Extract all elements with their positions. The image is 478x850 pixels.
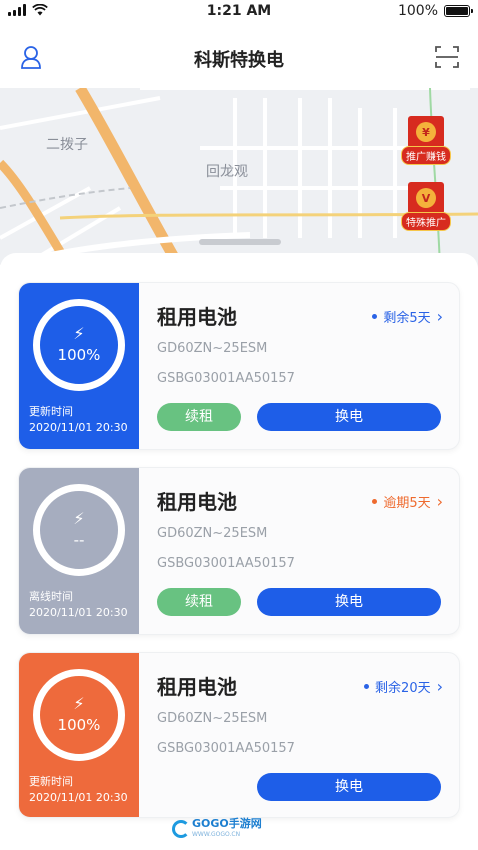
battery-model: GD60ZN~25ESM (157, 341, 268, 356)
overdue-days-text: 逾期5天 (383, 496, 431, 511)
status-dot (372, 499, 378, 504)
renew-button[interactable]: 续租 (157, 588, 241, 616)
swap-battery-button[interactable]: 换电 (257, 773, 441, 801)
battery-model: GD60ZN~25ESM (157, 526, 268, 541)
battery-card[interactable]: ⚡︎ 100% 更新时间 2020/11/01 20:30 租用电池 剩余20天… (18, 652, 460, 818)
update-time: 2020/11/01 20:30 (29, 421, 128, 434)
sheet-drag-handle[interactable] (199, 239, 281, 245)
swap-battery-button[interactable]: 换电 (257, 403, 441, 431)
battery-percent-value: 100% (57, 346, 101, 364)
battery-card[interactable]: ⚡︎ -- 离线时间 2020/11/01 20:30 租用电池 逾期5天 › … (18, 467, 460, 635)
battery-level-ring: ⚡︎ 100% (33, 669, 125, 761)
battery-name: 租用电池 (157, 675, 237, 699)
promo-earn-label: 推广赚钱 (401, 146, 451, 165)
update-time: 2020/11/01 20:30 (29, 791, 128, 804)
offline-time: 2020/11/01 20:30 (29, 606, 128, 619)
battery-percent-value: 100% (57, 716, 101, 734)
overdue-days-link[interactable]: 逾期5天 › (372, 492, 443, 511)
remaining-days-text: 剩余20天 (375, 681, 431, 696)
chevron-right-icon: › (436, 677, 443, 696)
battery-serial: GSBG03001AA50157 (157, 556, 295, 571)
lightning-icon: ⚡︎ (73, 509, 85, 528)
offline-label: 离线时间 (29, 590, 73, 603)
status-bar: 1:21 AM 100% (0, 0, 478, 24)
watermark-sub: WWW.GOGO.CN (192, 831, 241, 838)
battery-card[interactable]: ⚡︎ 100% 更新时间 2020/11/01 20:30 租用电池 剩余5天 … (18, 282, 460, 450)
status-dot (372, 314, 378, 319)
promo-special-label: 特殊推广 (401, 212, 451, 231)
battery-serial: GSBG03001AA50157 (157, 371, 295, 386)
remaining-days-text: 剩余5天 (383, 311, 431, 326)
promo-special-button[interactable]: V 特殊推广 (400, 182, 452, 231)
watermark-text: GOGO手游网 (192, 817, 262, 830)
renew-button[interactable]: 续租 (157, 403, 241, 431)
battery-status-panel: ⚡︎ -- 离线时间 2020/11/01 20:30 (19, 468, 139, 634)
battery-sheet: ⚡︎ 100% 更新时间 2020/11/01 20:30 租用电池 剩余5天 … (0, 239, 478, 850)
battery-serial: GSBG03001AA50157 (157, 741, 295, 756)
battery-percent: 100% (397, 3, 438, 19)
coin-icon: ¥ (416, 122, 436, 142)
battery-level-ring: ⚡︎ 100% (33, 299, 125, 391)
chevron-right-icon: › (436, 492, 443, 511)
user-v-icon: V (416, 188, 436, 208)
promo-earn-button[interactable]: ¥ 推广赚钱 (400, 116, 452, 165)
nav-bar: 科斯特换电 (0, 24, 478, 88)
swap-battery-button[interactable]: 换电 (257, 588, 441, 616)
scan-icon[interactable] (434, 44, 460, 70)
map-label-erbozi: 二拨子 (46, 137, 88, 153)
battery-icon (444, 5, 473, 17)
update-label: 更新时间 (29, 775, 73, 788)
battery-name: 租用电池 (157, 490, 237, 514)
remaining-days-link[interactable]: 剩余20天 › (364, 677, 443, 696)
battery-level-ring: ⚡︎ -- (33, 484, 125, 576)
battery-name: 租用电池 (157, 305, 237, 329)
battery-model: GD60ZN~25ESM (157, 711, 268, 726)
watermark-logo: GOGO手游网 WWW.GOGO.CN (172, 818, 262, 840)
chevron-right-icon: › (436, 307, 443, 326)
remaining-days-link[interactable]: 剩余5天 › (372, 307, 443, 326)
map-label-huilongguan: 回龙观 (206, 164, 248, 180)
update-label: 更新时间 (29, 405, 73, 418)
lightning-icon: ⚡︎ (73, 324, 85, 343)
gogo-logo-icon (172, 820, 190, 838)
battery-status-panel: ⚡︎ 100% 更新时间 2020/11/01 20:30 (19, 653, 139, 817)
battery-percent-value: -- (73, 531, 85, 549)
lightning-icon: ⚡︎ (73, 694, 85, 713)
page-title: 科斯特换电 (194, 50, 284, 71)
battery-status-panel: ⚡︎ 100% 更新时间 2020/11/01 20:30 (19, 283, 139, 449)
status-dot (364, 684, 370, 689)
